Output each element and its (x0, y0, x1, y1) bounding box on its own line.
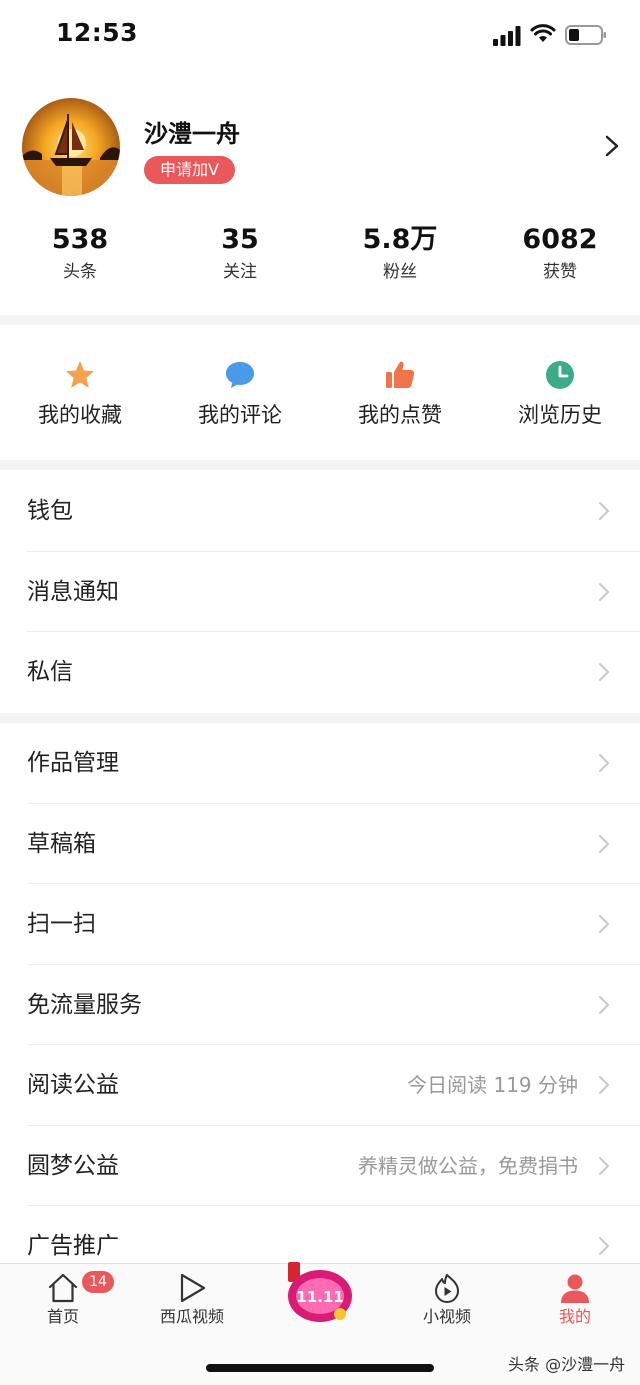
menu-label: 私信 (27, 659, 73, 685)
menu-hint: 养精灵做公益，免费捐书 (358, 1153, 578, 1178)
status-bar: 12:53 (0, 0, 640, 70)
chevron-right-icon (599, 1076, 610, 1094)
menu-item-dream-charity[interactable]: 圆梦公益 养精灵做公益，免费捐书 (0, 1126, 640, 1206)
flame-play-icon (435, 1274, 459, 1303)
watermark: 头条 @沙澧一舟 (508, 1355, 626, 1374)
signal-icon (493, 26, 521, 46)
menu-group-account: 钱包 消息通知 私信 (0, 471, 640, 713)
username[interactable]: 沙澧一舟 (144, 114, 240, 149)
profile-header[interactable]: 沙澧一舟 申请加V 538 头条 35 关注 5.8万 粉丝 6082 获赞 (0, 70, 640, 315)
quick-comments[interactable]: 我的评论 (160, 325, 320, 460)
quick-likes[interactable]: 我的点赞 (320, 325, 480, 460)
status-time: 12:53 (56, 18, 139, 47)
section-separator (0, 460, 640, 470)
menu-item-free-data[interactable]: 免流量服务 (0, 965, 640, 1045)
quick-favorites[interactable]: 我的收藏 (0, 325, 160, 460)
menu-item-drafts[interactable]: 草稿箱 (0, 804, 640, 884)
section-separator (0, 315, 640, 325)
tab-label: 西瓜视频 (159, 1307, 224, 1326)
menu-hint: 今日阅读 119 分钟 (407, 1073, 578, 1097)
stat-label: 头条 (63, 262, 97, 282)
notification-badge: 14 (82, 1271, 114, 1293)
menu-item-reading-charity[interactable]: 阅读公益 今日阅读 119 分钟 (0, 1045, 640, 1126)
chevron-right-icon (599, 582, 610, 601)
chevron-right-icon (599, 1237, 610, 1255)
menu-item-wallet[interactable]: 钱包 (0, 471, 640, 552)
menu-group-creator: 作品管理 草稿箱 扫一扫 免流量服务 阅读公益 今日阅读 119 分钟 圆梦公益… (0, 723, 640, 1287)
stat-label: 获赞 (543, 262, 577, 282)
quick-label: 我的评论 (198, 403, 282, 427)
profile-stats: 538 头条 35 关注 5.8万 粉丝 6082 获赞 (0, 220, 640, 290)
tab-label: 小视频 (422, 1307, 471, 1326)
stat-label: 关注 (223, 262, 257, 282)
home-indicator[interactable] (206, 1364, 434, 1372)
wifi-icon (530, 24, 556, 42)
home-icon (48, 1273, 78, 1303)
stat-following[interactable]: 35 关注 (160, 220, 320, 290)
quick-label: 我的收藏 (38, 403, 122, 427)
stat-value: 6082 (522, 224, 598, 255)
avatar[interactable] (22, 98, 120, 196)
quick-label: 浏览历史 (518, 403, 602, 427)
tab-label: 首页 (46, 1307, 79, 1326)
tab-small-video[interactable]: 小视频 (392, 1272, 502, 1328)
stat-value: 5.8万 (362, 224, 438, 255)
menu-label: 圆梦公益 (27, 1152, 119, 1179)
battery-icon (565, 25, 606, 45)
menu-label: 钱包 (27, 498, 73, 524)
stat-followers[interactable]: 5.8万 粉丝 (320, 220, 480, 290)
chevron-right-icon (599, 663, 610, 681)
thumbs-up-icon (386, 361, 415, 388)
chevron-right-icon (599, 834, 610, 853)
comment-icon (226, 362, 254, 388)
person-icon (561, 1274, 589, 1303)
menu-item-works-management[interactable]: 作品管理 (0, 723, 640, 804)
menu-label: 阅读公益 (27, 1072, 119, 1098)
play-icon (180, 1273, 206, 1303)
chevron-right-icon[interactable] (603, 135, 621, 157)
menu-label: 作品管理 (27, 750, 119, 776)
stat-value: 35 (221, 224, 259, 255)
section-separator (0, 713, 640, 723)
tab-mine[interactable]: 我的 (520, 1272, 630, 1328)
menu-label: 免流量服务 (27, 991, 142, 1018)
double-eleven-promo-icon[interactable]: 11.11 (282, 1260, 358, 1324)
chevron-right-icon (599, 995, 610, 1014)
menu-label: 扫一扫 (27, 911, 96, 937)
menu-item-scan[interactable]: 扫一扫 (0, 884, 640, 965)
svg-text:11.11: 11.11 (296, 1288, 343, 1306)
stat-label: 粉丝 (383, 262, 417, 282)
clock-icon (546, 361, 574, 389)
chevron-right-icon (599, 915, 610, 933)
stat-likes[interactable]: 6082 获赞 (480, 220, 640, 290)
quick-actions: 我的收藏 我的评论 我的点赞 浏览历史 (0, 325, 640, 460)
chevron-right-icon (599, 502, 610, 520)
quick-history[interactable]: 浏览历史 (480, 325, 640, 460)
menu-label: 草稿箱 (27, 830, 96, 857)
tab-home[interactable]: 首页 14 (8, 1271, 118, 1328)
quick-label: 我的点赞 (358, 403, 442, 427)
tab-label: 我的 (558, 1307, 591, 1326)
stat-headlines[interactable]: 538 头条 (0, 220, 160, 290)
menu-item-private-messages[interactable]: 私信 (0, 632, 640, 713)
stat-value: 538 (51, 224, 109, 255)
tab-xigua-video[interactable]: 西瓜视频 (137, 1272, 247, 1328)
chevron-right-icon (599, 754, 610, 772)
star-icon (66, 361, 94, 388)
apply-verification-button[interactable]: 申请加V (144, 156, 235, 184)
menu-label: 消息通知 (27, 578, 119, 605)
menu-item-notifications[interactable]: 消息通知 (0, 552, 640, 632)
chevron-right-icon (599, 1156, 610, 1175)
